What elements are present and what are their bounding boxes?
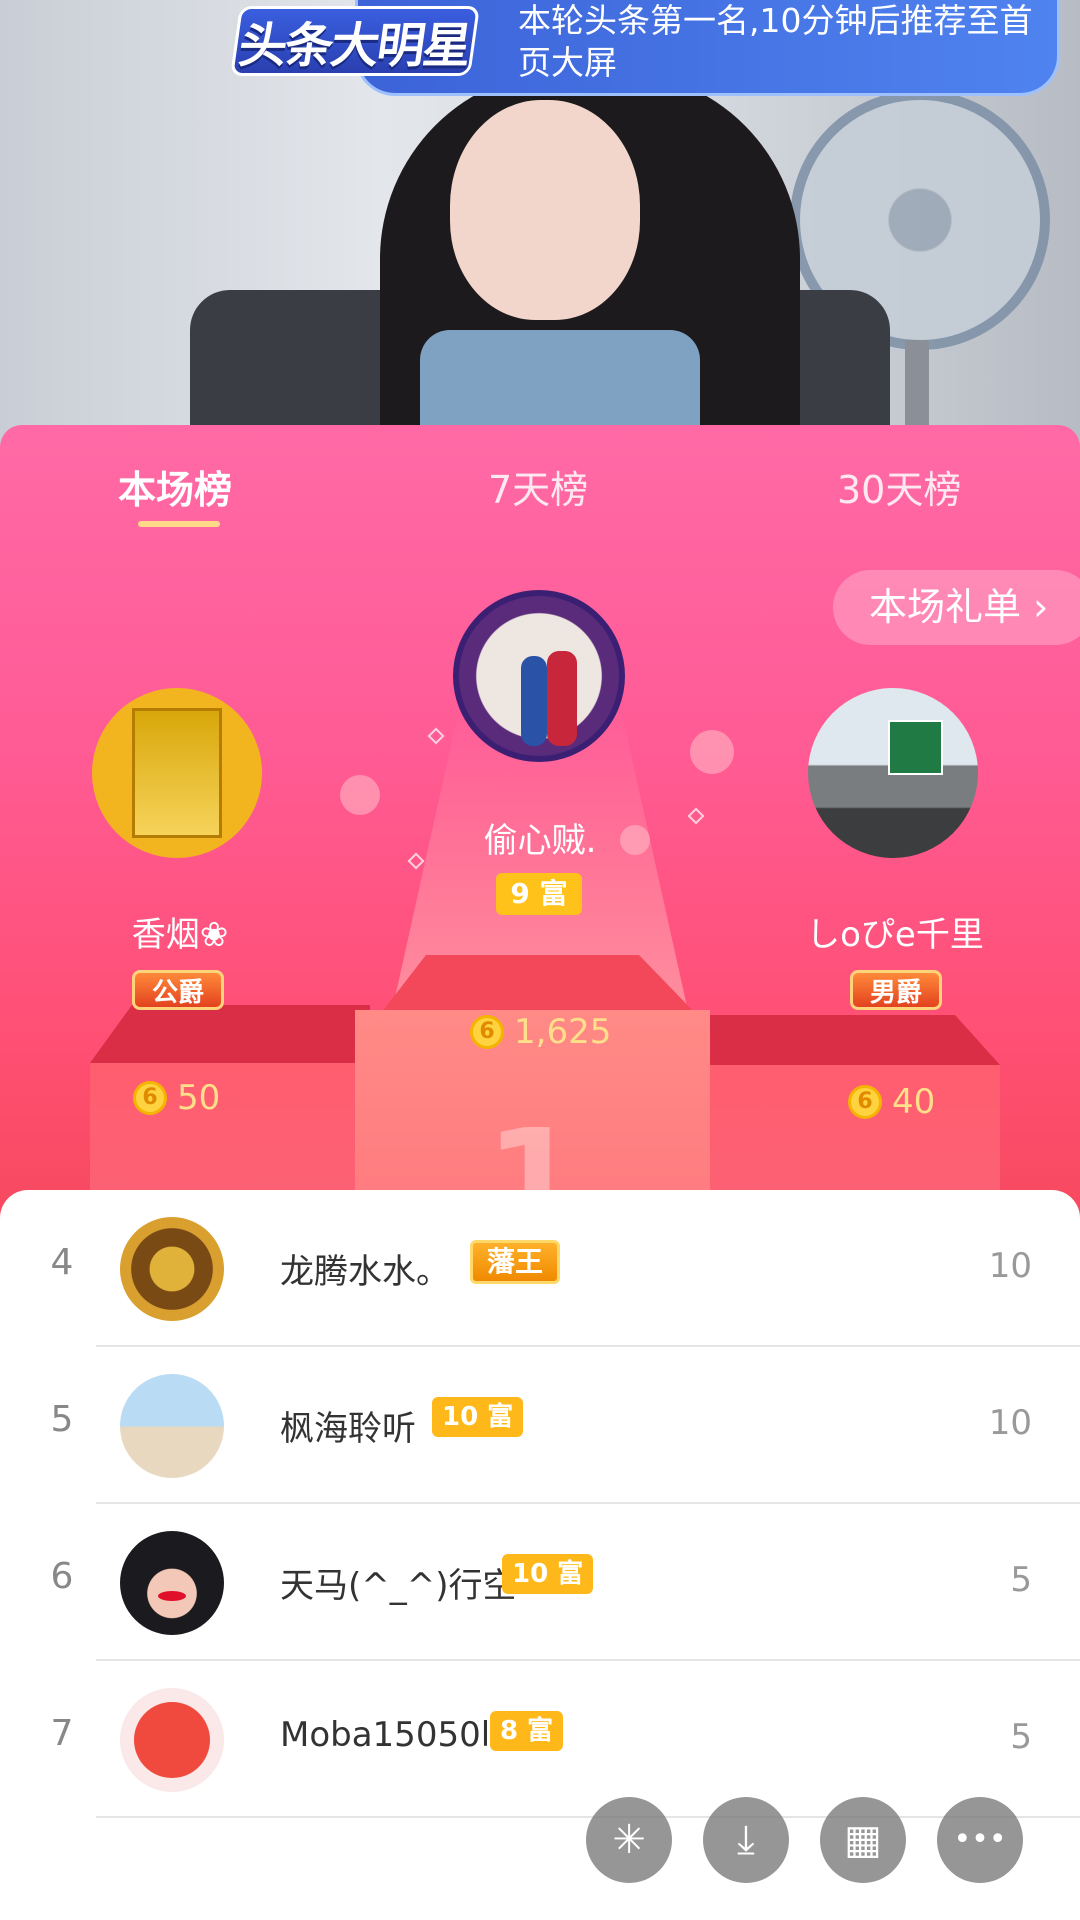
first-place-score-value: 1,625 xyxy=(514,1011,612,1052)
podium-second-top xyxy=(90,1005,370,1063)
second-place-name[interactable]: 香烟❀ xyxy=(80,907,280,956)
third-place-score: 6 40 xyxy=(848,1080,935,1122)
ranking-list[interactable]: 4 龙腾水水。 藩王 10 5 枫海聆听 10 富 10 6 天马(^_^)行空… xyxy=(0,1190,1080,1920)
pinwheel-icon[interactable]: ✳ xyxy=(586,1797,672,1883)
user-name: 天马(^_^)行空 xyxy=(280,1566,517,1606)
avatar-figure xyxy=(521,656,547,746)
coin-icon: 6 xyxy=(133,1080,167,1115)
first-place-score: 6 1,625 xyxy=(470,1010,611,1052)
grid-icon[interactable]: ▦ xyxy=(820,1797,906,1883)
second-place-score: 6 50 xyxy=(133,1076,220,1118)
tab-30-days[interactable]: 30天榜 xyxy=(837,459,961,514)
user-avatar[interactable] xyxy=(120,1531,224,1635)
ranking-row[interactable]: 7 Moba15050l 8 富 5 xyxy=(0,1661,1080,1818)
user-score: 10 xyxy=(988,1403,1032,1443)
user-name: Moba15050l xyxy=(280,1715,491,1755)
avatar-figure xyxy=(547,651,577,746)
headline-logo-text: 头条大明星 xyxy=(235,18,474,74)
user-score: 5 xyxy=(1010,1560,1032,1600)
ranking-row[interactable]: 5 枫海聆听 10 富 10 xyxy=(0,1347,1080,1504)
third-place-name[interactable]: しoぴe千里 xyxy=(790,907,1000,956)
ranking-tabs: 本场榜 7天榜 30天榜 xyxy=(0,425,1080,550)
user-avatar[interactable] xyxy=(120,1688,224,1792)
rich-badge: 10 富 xyxy=(432,1397,524,1437)
user-name: 枫海聆听 xyxy=(280,1409,416,1449)
third-place-score-value: 40 xyxy=(892,1081,936,1122)
user-name: 龙腾水水。 xyxy=(280,1252,450,1292)
third-place-title-badge: 男爵 xyxy=(850,970,942,1010)
live-video[interactable]: 本轮头条第一名,10分钟后推荐至首页大屏 头条大明星 xyxy=(0,0,1080,460)
streamer-face xyxy=(450,100,640,320)
gift-list-button[interactable]: 本场礼单 › xyxy=(833,570,1080,645)
coin-icon: 6 xyxy=(848,1084,882,1119)
second-place-avatar[interactable] xyxy=(92,688,262,858)
title-badge: 藩王 xyxy=(470,1240,561,1284)
ranking-row[interactable]: 6 天马(^_^)行空 10 富 5 xyxy=(0,1504,1080,1661)
rank-number: 5 xyxy=(50,1399,74,1440)
user-score: 10 xyxy=(988,1246,1032,1286)
user-score: 5 xyxy=(1010,1717,1032,1757)
user-avatar[interactable] xyxy=(120,1217,224,1321)
decor-sparkle xyxy=(687,807,705,825)
second-place-score-value: 50 xyxy=(177,1077,221,1118)
tab-7-days[interactable]: 7天榜 xyxy=(488,459,588,514)
rich-badge: 8 富 xyxy=(490,1711,564,1751)
avatar-lips xyxy=(158,1591,186,1601)
podium-third-top xyxy=(700,1015,1000,1065)
headline-logo: 头条大明星 xyxy=(230,6,480,76)
first-place-avatar[interactable] xyxy=(453,590,625,762)
coin-icon: 6 xyxy=(470,1014,504,1049)
first-place-name[interactable]: 偷心贼. xyxy=(400,813,680,862)
third-place-avatar[interactable] xyxy=(808,688,978,858)
decor-bubble xyxy=(690,730,734,774)
ranking-row[interactable]: 4 龙腾水水。 藩王 10 xyxy=(0,1190,1080,1347)
rank-number: 4 xyxy=(50,1242,74,1283)
rank-number: 6 xyxy=(50,1556,74,1597)
decor-sparkle xyxy=(427,727,445,745)
rank-number: 7 xyxy=(50,1713,74,1754)
user-avatar[interactable] xyxy=(120,1374,224,1478)
more-icon[interactable]: ••• xyxy=(937,1797,1023,1883)
first-place-rich-badge: 9 富 xyxy=(496,873,582,915)
default-avatar-icon xyxy=(134,1702,210,1778)
avatar-road-sign xyxy=(888,720,943,775)
headline-message: 本轮头条第一名,10分钟后推荐至首页大屏 xyxy=(518,1,1033,82)
row-divider xyxy=(96,1816,1080,1818)
tab-current-session[interactable]: 本场榜 xyxy=(118,459,232,514)
avatar-cigarette-box xyxy=(132,708,222,838)
rich-badge: 10 富 xyxy=(502,1554,594,1594)
decor-bubble xyxy=(340,775,380,815)
second-place-title-badge: 公爵 xyxy=(132,970,224,1010)
active-tab-indicator xyxy=(138,521,220,527)
download-icon[interactable]: ⤓ xyxy=(703,1797,789,1883)
